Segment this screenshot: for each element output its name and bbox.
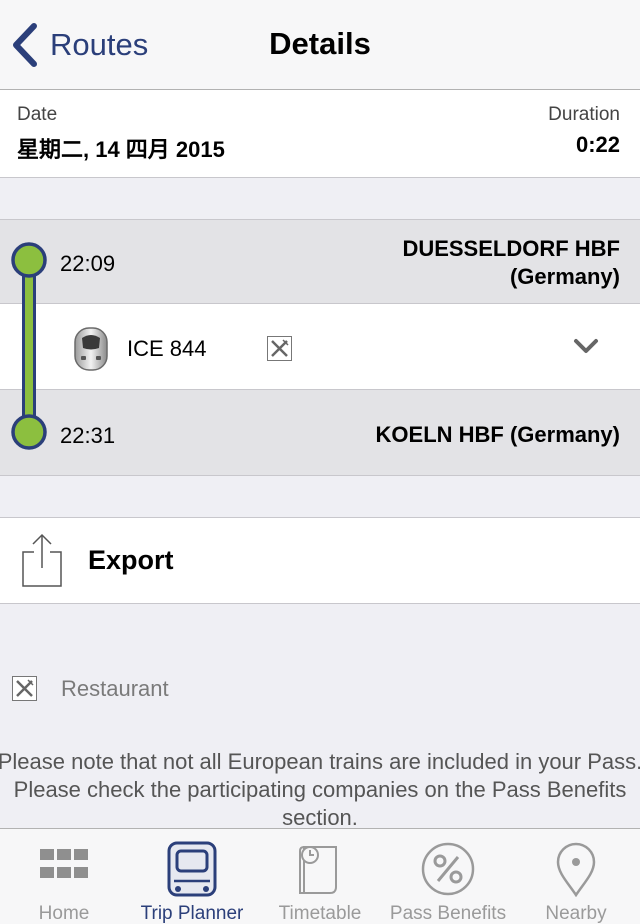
arrival-stop: 22:31 KOELN HBF (Germany) (0, 389, 640, 476)
train-front-icon (167, 841, 217, 897)
tab-home[interactable]: Home (0, 829, 128, 924)
train-name: ICE 844 (127, 336, 207, 361)
tab-trip-planner[interactable]: Trip Planner (128, 829, 256, 924)
legend-restaurant-label: Restaurant (61, 676, 169, 701)
pass-note: Please note that not all European trains… (0, 749, 640, 830)
duration-label: Duration (548, 104, 620, 125)
location-pin-icon (556, 842, 596, 897)
date-value: 星期二, 14 四月 2015 (17, 137, 225, 162)
departure-station: DUESSELDORF HBF (Germany) (402, 235, 620, 291)
tab-nearby[interactable]: Nearby (512, 829, 640, 924)
tab-nearby-label: Nearby (545, 903, 607, 924)
export-label: Export (88, 545, 174, 575)
restaurant-icon (12, 676, 37, 701)
share-icon (22, 533, 62, 587)
timetable-icon (299, 846, 337, 894)
tab-bar: Home Trip Planner Timetable Pass Benefit… (0, 828, 640, 924)
date-label: Date (17, 104, 58, 125)
tab-timetable-label: Timetable (278, 903, 362, 924)
restaurant-icon (267, 336, 292, 361)
percent-icon (421, 842, 475, 896)
grid-icon (40, 849, 88, 878)
arrival-dot (11, 414, 47, 450)
tab-pass-benefits[interactable]: Pass Benefits (384, 829, 512, 924)
nav-bar: Routes Details (0, 0, 640, 90)
train-icon (74, 327, 108, 371)
tab-trip-planner-label: Trip Planner (140, 903, 244, 924)
route-line (11, 242, 47, 450)
departure-dot (11, 242, 47, 278)
arrival-time: 22:31 (60, 423, 116, 448)
tab-pass-benefits-label: Pass Benefits (389, 903, 507, 924)
duration-value: 0:22 (575, 132, 620, 157)
trip-summary: Date 星期二, 14 四月 2015 Duration 0:22 (0, 90, 640, 178)
departure-stop: 22:09 DUESSELDORF HBF (Germany) (0, 219, 640, 304)
page-title: Details (269, 26, 371, 61)
export-button[interactable]: Export (0, 517, 640, 604)
tab-timetable[interactable]: Timetable (256, 829, 384, 924)
departure-station-name: DUESSELDORF HBF (402, 236, 620, 261)
departure-station-country: (Germany) (509, 264, 620, 289)
chevron-down-icon[interactable] (572, 336, 600, 356)
departure-time: 22:09 (60, 251, 116, 276)
arrival-station: KOELN HBF (Germany) (375, 422, 620, 447)
tab-home-label: Home (38, 903, 90, 924)
